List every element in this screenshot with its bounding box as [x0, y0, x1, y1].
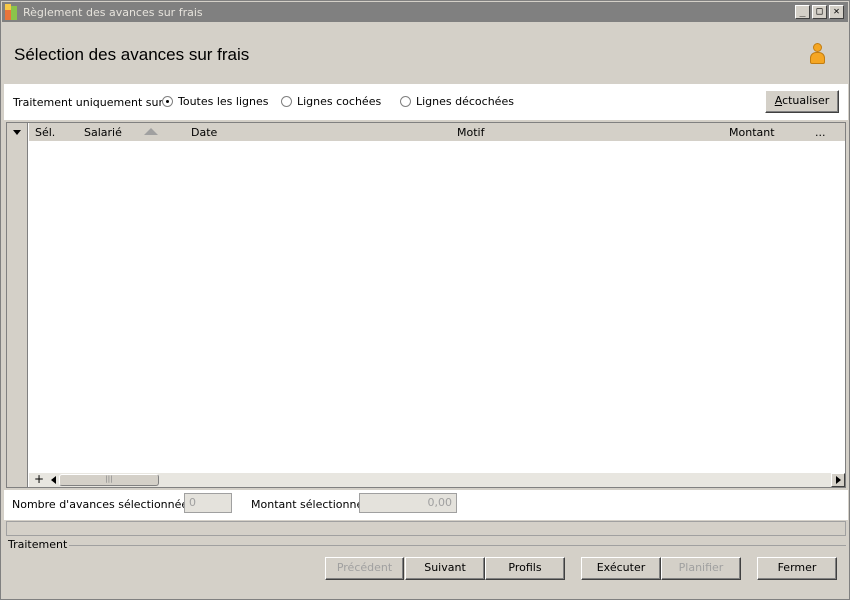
- close-button[interactable]: ✕: [829, 5, 844, 19]
- refresh-label: ctualiser: [782, 94, 830, 107]
- title-bar: Règlement des avances sur frais _ □ ✕: [2, 2, 848, 22]
- minimize-button[interactable]: _: [795, 5, 810, 19]
- selected-count-field: 0: [184, 493, 232, 513]
- column-header-motif[interactable]: Motif: [457, 126, 484, 139]
- processing-divider: [61, 545, 846, 546]
- user-icon: [809, 43, 825, 67]
- close-window-button[interactable]: Fermer: [757, 557, 837, 580]
- page-title: Sélection des avances sur frais: [14, 45, 250, 64]
- expand-plus-icon[interactable]: +: [34, 472, 44, 486]
- previous-button[interactable]: Précédent: [325, 557, 404, 580]
- refresh-accel: A: [774, 94, 783, 107]
- horizontal-scrollbar[interactable]: + |||: [29, 472, 845, 487]
- app-window: Règlement des avances sur frais _ □ ✕ Sé…: [0, 0, 850, 600]
- filter-label: Traitement uniquement sur :: [13, 96, 171, 109]
- column-header-salarie[interactable]: Salarié: [84, 126, 122, 139]
- column-chooser-button[interactable]: ...: [815, 126, 826, 139]
- maximize-button[interactable]: □: [812, 5, 827, 19]
- radio-unchecked-lines-label: Lignes décochées: [416, 95, 514, 108]
- selected-amount-label: Montant sélectionné :: [251, 498, 371, 511]
- grid-row-selector-column: [7, 123, 28, 487]
- progress-bar: [6, 521, 846, 536]
- app-logo-icon: [5, 4, 21, 20]
- column-header-sel[interactable]: Sél.: [35, 126, 55, 139]
- grid-header: Sél. Salarié Date Motif Montant ...: [29, 123, 845, 141]
- execute-button[interactable]: Exécuter: [581, 557, 661, 580]
- summary-bar: Nombre d'avances sélectionnées : 0 Monta…: [4, 490, 848, 520]
- grid-body[interactable]: [29, 141, 845, 473]
- next-button[interactable]: Suivant: [405, 557, 485, 580]
- radio-all-lines[interactable]: Toutes les lignes: [162, 95, 268, 108]
- scroll-left-icon[interactable]: [51, 476, 56, 484]
- radio-checked-icon: [162, 96, 173, 107]
- schedule-button[interactable]: Planifier: [661, 557, 741, 580]
- column-header-montant[interactable]: Montant: [729, 126, 775, 139]
- selected-count-label: Nombre d'avances sélectionnées :: [12, 498, 202, 511]
- scroll-thumb[interactable]: |||: [59, 474, 159, 486]
- selected-amount-field: 0,00: [359, 493, 457, 513]
- sort-ascending-icon[interactable]: [144, 128, 158, 135]
- refresh-button[interactable]: Actualiser: [765, 90, 839, 113]
- advances-grid: Sél. Salarié Date Motif Montant ... + ||…: [6, 122, 846, 488]
- radio-unchecked-icon: [400, 96, 411, 107]
- scroll-right-button[interactable]: [831, 473, 845, 487]
- profiles-button[interactable]: Profils: [485, 557, 565, 580]
- processing-label: Traitement: [8, 538, 70, 551]
- radio-unchecked-icon: [281, 96, 292, 107]
- filter-bar: Traitement uniquement sur : Toutes les l…: [4, 84, 848, 120]
- radio-unchecked-lines[interactable]: Lignes décochées: [400, 95, 514, 108]
- dropdown-arrow-icon[interactable]: [13, 130, 21, 135]
- radio-all-lines-label: Toutes les lignes: [178, 95, 269, 108]
- column-header-date[interactable]: Date: [191, 126, 217, 139]
- radio-checked-lines-label: Lignes cochées: [297, 95, 382, 108]
- window-controls: _ □ ✕: [795, 5, 844, 19]
- page-header: Sélection des avances sur frais: [4, 23, 848, 83]
- window-title: Règlement des avances sur frais: [23, 5, 203, 19]
- radio-checked-lines[interactable]: Lignes cochées: [281, 95, 381, 108]
